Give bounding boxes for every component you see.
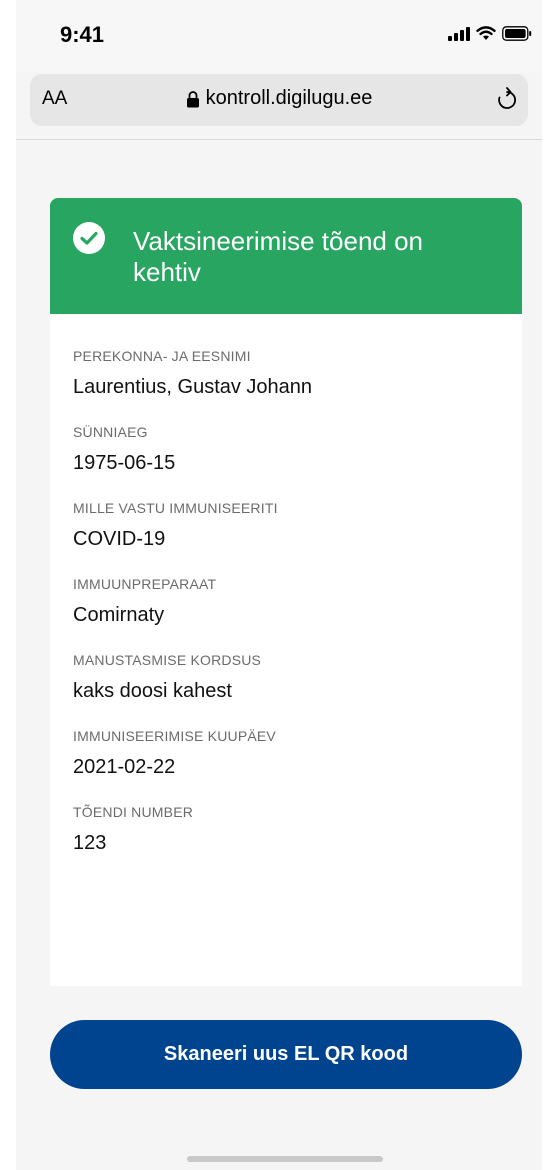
field-label: TÕENDI NUMBER (73, 804, 194, 820)
battery-icon (502, 26, 532, 41)
field-value: Comirnaty (73, 604, 165, 626)
check-circle-icon (73, 222, 105, 254)
field-vaccination-date: IMMUNISEERIMISE KUUPÄEV 2021-02-22 (73, 728, 499, 778)
browser-divider (16, 139, 542, 140)
field-value: 123 (73, 832, 107, 854)
url-display[interactable]: kontroll.digilugu.ee (30, 87, 528, 110)
field-vaccine: IMMUUNPREPARAAT Comirnaty (73, 576, 499, 626)
field-birthdate: SÜNNIAEG 1975-06-15 (73, 424, 499, 474)
field-value: 2021-02-22 (73, 756, 176, 778)
url-text: kontroll.digilugu.ee (205, 87, 373, 109)
field-label: SÜNNIAEG (73, 424, 148, 440)
field-disease: MILLE VASTU IMMUNISEERITI COVID-19 (73, 500, 499, 550)
field-label: PEREKONNA- JA EESNIMI (73, 348, 251, 364)
field-label: IMMUUNPREPARAAT (73, 576, 217, 592)
certificate-card: Vaktsineerimise tõend on kehtiv PEREKONN… (50, 198, 522, 986)
field-value: Laurentius, Gustav Johann (73, 376, 313, 398)
home-indicator[interactable] (187, 1156, 383, 1162)
wifi-icon (476, 26, 496, 40)
field-certificate-number: TÕENDI NUMBER 123 (73, 804, 499, 854)
signal-icon (448, 26, 470, 41)
status-title: Vaktsineerimise tõend on kehtiv (133, 226, 424, 287)
status-banner: Vaktsineerimise tõend on kehtiv (50, 198, 522, 314)
reload-icon[interactable] (496, 87, 518, 111)
field-value: 1975-06-15 (73, 452, 176, 474)
scan-qr-button[interactable]: Skaneeri uus EL QR kood (50, 1020, 522, 1089)
status-icons (448, 26, 532, 41)
field-value: COVID-19 (73, 528, 166, 550)
field-name: PEREKONNA- JA EESNIMI Laurentius, Gustav… (73, 348, 499, 398)
field-dose-count: MANUSTASMISE KORDSUS kaks doosi kahest (73, 652, 499, 702)
certificate-fields: PEREKONNA- JA EESNIMI Laurentius, Gustav… (50, 314, 522, 854)
field-label: MANUSTASMISE KORDSUS (73, 652, 262, 668)
field-value: kaks doosi kahest (73, 680, 232, 702)
address-bar[interactable]: AA kontroll.digilugu.ee (30, 74, 528, 126)
status-bar: 9:41 (16, 0, 542, 72)
field-label: IMMUNISEERIMISE KUUPÄEV (73, 728, 276, 744)
phone-screen: 9:41 AA kontroll.digilugu.ee Vaktsineeri… (16, 0, 542, 1170)
status-time: 9:41 (60, 22, 105, 47)
field-label: MILLE VASTU IMMUNISEERITI (73, 500, 278, 516)
lock-icon (186, 90, 199, 107)
